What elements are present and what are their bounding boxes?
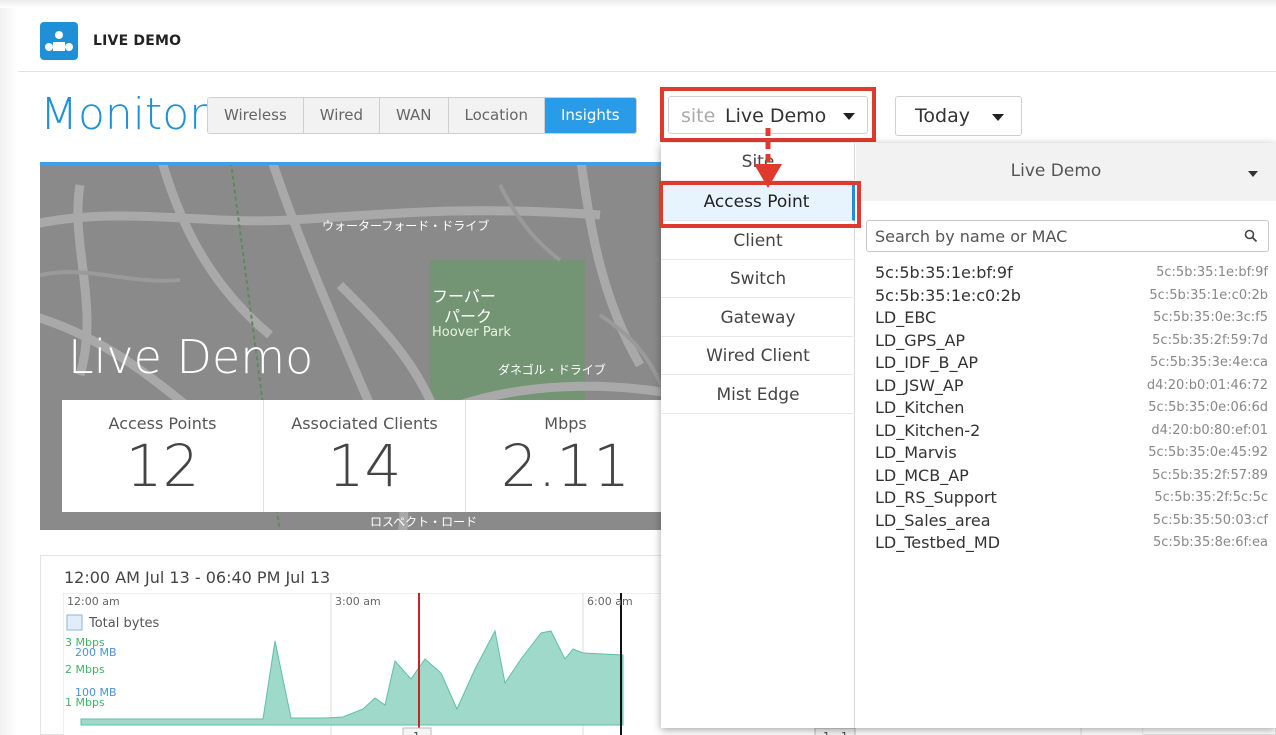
search-icon [1244, 229, 1258, 243]
y-axis-mbps-label: 1 Mbps [65, 696, 105, 709]
stat-label: Mbps [544, 414, 587, 433]
app-title: LIVE DEMO [93, 33, 182, 49]
access-point-mac: 5c:5b:35:2f:59:7d [1152, 332, 1268, 348]
access-point-mac: 5c:5b:35:3e:4e:ca [1149, 355, 1268, 370]
access-point-row[interactable]: 5c:5b:35:1e:c0:2b 5c:5b:35:1e:c0:2b [856, 286, 1276, 309]
timeline-tick-label: 3:00 am [335, 595, 381, 608]
access-point-name: LD_RS_Support [875, 488, 997, 507]
stat-value: 2.11 [500, 432, 631, 500]
access-point-row[interactable]: LD_Kitchen-2 d4:20:b0:80:ef:01 [856, 421, 1276, 444]
stat-label: Associated Clients [291, 414, 438, 433]
access-point-list: 5c:5b:35:1e:bf:9f 5c:5b:35:1e:bf:9f 5c:5b… [856, 263, 1276, 556]
access-point-name: 5c:5b:35:1e:bf:9f [875, 263, 1013, 282]
monitor-tabs: Wireless Wired WAN Location Insights [207, 97, 637, 134]
access-point-name: LD_JSW_AP [875, 375, 964, 395]
object-type-list: Site Access Point Client Switch Gateway … [661, 143, 855, 728]
timeline-marker-label: 1 [823, 730, 830, 735]
arrow-down-icon [754, 128, 782, 188]
access-point-mac: 5c:5b:35:50:03:cf [1152, 512, 1268, 528]
stat-value: 14 [327, 432, 402, 500]
access-point-row[interactable]: LD_JSW_AP d4:20:b0:01:46:72 [856, 376, 1276, 399]
access-point-mac: 5c:5b:35:1e:c0:2b [1149, 287, 1268, 303]
timeline-marker-label: 1 [841, 730, 848, 735]
stat-value: 12 [125, 432, 200, 500]
top-bar: LIVE DEMO [18, 8, 1276, 72]
timeline-marker-label: 1 [413, 730, 420, 735]
access-point-name: LD_EBC [875, 308, 937, 327]
object-type-gateway[interactable]: Gateway [661, 299, 855, 337]
site-filter-value: Live Demo [1010, 161, 1102, 181]
access-point-mac: 5c:5b:35:8e:6f:ea [1152, 535, 1268, 550]
y-axis-mb-label: 200 MB [75, 646, 117, 659]
tab-wireless[interactable]: Wireless [208, 98, 304, 133]
map-park-label: Hoover Park [432, 325, 511, 340]
search-field[interactable] [866, 220, 1269, 252]
object-type-wired-client[interactable]: Wired Client [661, 337, 855, 375]
tab-location[interactable]: Location [448, 98, 545, 133]
tab-insights[interactable]: Insights [544, 98, 636, 133]
access-point-mac: 5c:5b:35:0e:3c:f5 [1153, 310, 1268, 325]
access-point-row[interactable]: LD_Testbed_MD 5c:5b:35:8e:6f:ea [856, 533, 1276, 556]
y-axis-mbps-label: 2 Mbps [65, 663, 105, 676]
access-point-name: LD_IDF_B_AP [875, 353, 979, 372]
access-point-row[interactable]: LD_GPS_AP 5c:5b:35:2f:59:7d [856, 331, 1276, 354]
timeline-tick-label: 12:00 am [67, 595, 120, 608]
access-point-mac: 5c:5b:35:2f:5c:5c [1154, 490, 1268, 505]
access-point-name: LD_Kitchen [875, 398, 965, 417]
object-type-mist-edge[interactable]: Mist Edge [661, 376, 855, 414]
frame-shadow [0, 0, 18, 735]
access-point-name: LD_GPS_AP [875, 330, 966, 350]
access-point-row[interactable]: LD_MCB_AP 5c:5b:35:2f:57:89 [856, 466, 1276, 489]
access-point-mac: 5c:5b:35:1e:bf:9f [1156, 265, 1268, 280]
site-stats: Access Points 12 Associated Clients 14 M… [62, 400, 665, 512]
site-map-hero: ウォーターフォード・ドライブ フーバー パーク Hoover Park ダネゴル… [40, 162, 665, 530]
timeline-range: 12:00 AM Jul 13 - 06:40 PM Jul 13 [64, 568, 331, 587]
object-type-switch[interactable]: Switch [661, 260, 855, 298]
tab-wired[interactable]: Wired [303, 98, 381, 133]
chevron-down-icon [1248, 171, 1258, 177]
access-point-mac: 5c:5b:35:0e:45:92 [1148, 445, 1268, 460]
map-street-label: ウォーターフォード・ドライブ [322, 219, 490, 233]
access-point-name: LD_Marvis [875, 443, 957, 462]
access-point-row[interactable]: LD_RS_Support 5c:5b:35:2f:5c:5c [856, 488, 1276, 511]
search-input[interactable] [875, 225, 1235, 247]
stat-associated-clients[interactable]: Associated Clients 14 [264, 400, 466, 512]
mist-logo-icon[interactable] [40, 22, 78, 60]
map-street-label: ダネゴル・ドライブ [498, 363, 606, 377]
stat-mbps[interactable]: Mbps 2.11 [466, 400, 665, 512]
access-point-name: 5c:5b:35:1e:c0:2b [875, 285, 1021, 305]
frame-shadow-top [0, 0, 1276, 8]
site-filter-select[interactable]: Live Demo [856, 143, 1276, 201]
stat-label: Access Points [108, 414, 217, 433]
object-picker: Live Demo 5c:5b:35:1e:bf:9f5c:5b:35:1e:b… [856, 143, 1276, 728]
access-point-row[interactable]: LD_Kitchen 5c:5b:35:0e:06:6d [856, 398, 1276, 421]
access-point-row[interactable]: 5c:5b:35:1e:bf:9f 5c:5b:35:1e:bf:9f [856, 263, 1276, 286]
access-point-name: LD_Kitchen-2 [875, 420, 981, 440]
access-point-row[interactable]: LD_IDF_B_AP 5c:5b:35:3e:4e:ca [856, 353, 1276, 376]
date-selector-value: Today [915, 105, 970, 127]
canvas: LIVE DEMO Monitor Wireless Wired WAN Loc… [0, 0, 1276, 735]
access-point-name: LD_Sales_area [875, 510, 991, 530]
map-street-label: ロスペクト・ロード [370, 515, 478, 529]
timeline-legend-label: Total bytes [88, 616, 160, 631]
access-point-mac: 5c:5b:35:2f:57:89 [1152, 467, 1268, 483]
site-title: Live Demo [68, 330, 314, 384]
date-selector[interactable]: Today [895, 96, 1022, 136]
access-point-mac: d4:20:b0:80:ef:01 [1151, 422, 1268, 438]
timeline-tick-label: 6:00 am [587, 595, 633, 608]
access-point-name: LD_MCB_AP [875, 465, 969, 485]
access-point-row[interactable]: LD_Marvis 5c:5b:35:0e:45:92 [856, 443, 1276, 466]
access-point-mac: d4:20:b0:01:46:72 [1146, 377, 1268, 393]
access-point-name: LD_Testbed_MD [875, 533, 1001, 552]
access-point-row[interactable]: LD_Sales_area 5c:5b:35:50:03:cf [856, 511, 1276, 534]
chevron-down-icon [992, 114, 1004, 121]
map-park-label: パーク [444, 307, 493, 326]
page-title: Monitor [40, 89, 208, 140]
tab-wan[interactable]: WAN [380, 98, 449, 133]
access-point-mac: 5c:5b:35:0e:06:6d [1148, 400, 1268, 415]
stat-access-points[interactable]: Access Points 12 [62, 400, 264, 512]
site-dropdown-panel: Site Access Point Client Switch Gateway … [661, 143, 1276, 728]
access-point-row[interactable]: LD_EBC 5c:5b:35:0e:3c:f5 [856, 308, 1276, 331]
